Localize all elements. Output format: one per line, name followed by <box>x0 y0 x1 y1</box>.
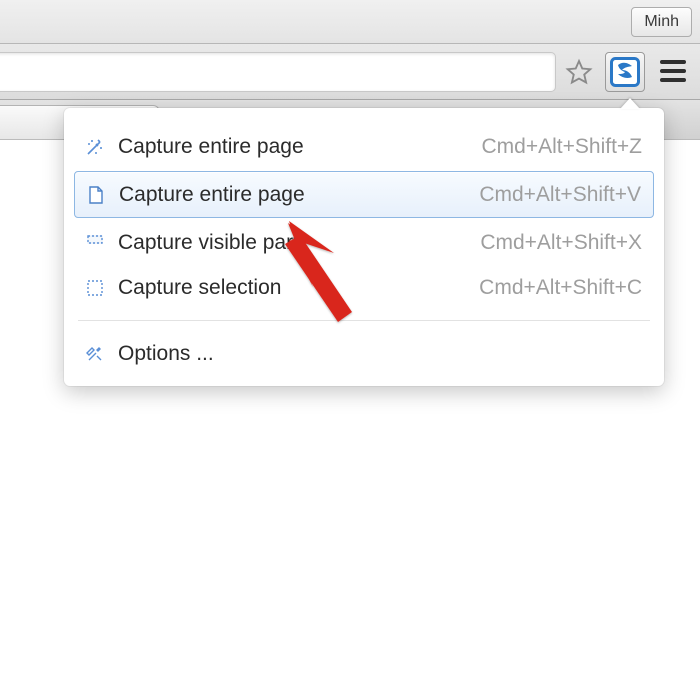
extension-popup: Capture entire page Cmd+Alt+Shift+Z Capt… <box>64 108 664 386</box>
menu-shortcut: Cmd+Alt+Shift+V <box>479 183 641 207</box>
address-bar[interactable] <box>0 52 556 92</box>
menu-shortcut: Cmd+Alt+Shift+X <box>480 231 642 255</box>
menu-capture-entire-page[interactable]: Capture entire page Cmd+Alt+Shift+V <box>74 171 654 218</box>
menu-label: Capture entire page <box>118 135 304 159</box>
snagit-extension-button[interactable] <box>605 52 645 92</box>
popup-arrow <box>620 98 640 109</box>
bookmark-star-icon[interactable] <box>565 58 593 86</box>
menu-label: Capture selection <box>118 276 281 300</box>
selection-icon <box>86 279 104 297</box>
menu-capture-entire-wand[interactable]: Capture entire page Cmd+Alt+Shift+Z <box>74 124 654 169</box>
menu-separator <box>78 320 650 321</box>
menu-label: Options ... <box>118 342 214 366</box>
menu-capture-visible[interactable]: Capture visible part Cmd+Alt+Shift+X <box>74 220 654 265</box>
visible-part-icon <box>86 234 104 252</box>
tools-icon <box>86 345 104 363</box>
menu-shortcut: Cmd+Alt+Shift+C <box>479 276 642 300</box>
wand-icon <box>86 138 104 156</box>
menu-capture-selection[interactable]: Capture selection Cmd+Alt+Shift+C <box>74 265 654 310</box>
menu-shortcut: Cmd+Alt+Shift+Z <box>482 135 642 159</box>
browser-toolbar <box>0 44 700 100</box>
profile-button[interactable]: Minh <box>631 7 692 37</box>
chrome-menu-icon[interactable] <box>660 60 686 82</box>
browser-titlebar: Minh <box>0 0 700 44</box>
page-icon <box>87 186 105 204</box>
menu-label: Capture visible part <box>118 231 299 255</box>
menu-label: Capture entire page <box>119 183 305 207</box>
profile-label: Minh <box>644 13 679 31</box>
menu-options[interactable]: Options ... <box>74 331 654 376</box>
